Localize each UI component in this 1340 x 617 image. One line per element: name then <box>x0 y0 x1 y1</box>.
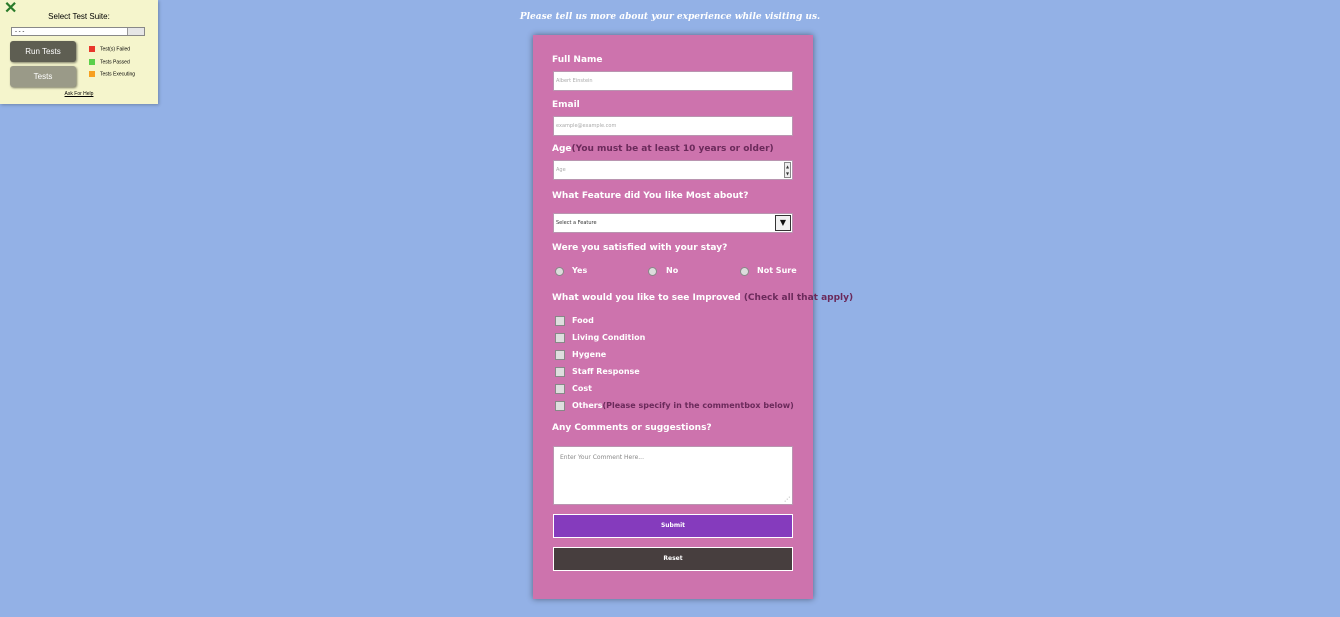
legend-passed: Tests Passed <box>89 59 130 66</box>
submit-button[interactable]: Submit <box>553 514 793 538</box>
improved-hint: (Check all that apply) <box>743 293 854 303</box>
radio-not-sure[interactable] <box>740 267 749 276</box>
failed-status-icon <box>89 46 95 52</box>
improved-label: What would you like to see Improved (Che… <box>552 293 853 303</box>
resize-handle-icon[interactable]: ⋰ <box>784 496 790 503</box>
full-name-label: Full Name <box>552 55 603 65</box>
checkbox-staff-response-label: Staff Response <box>572 367 640 376</box>
radio-yes-label: Yes <box>572 266 588 275</box>
age-hint: (You must be at least 10 years or older) <box>571 144 774 154</box>
checkbox-hygene-label: Hygene <box>572 350 607 359</box>
radio-not-sure-label: Not Sure <box>757 266 797 275</box>
age-label-text: Age <box>552 144 572 154</box>
passed-status-icon <box>89 59 95 65</box>
age-placeholder: Age <box>556 167 566 173</box>
feature-select-value: Select a Feature <box>556 220 597 226</box>
checkbox-cost[interactable] <box>555 384 565 394</box>
test-suite-select[interactable]: - - - <box>11 27 145 36</box>
executing-status-icon <box>89 71 95 77</box>
email-input[interactable]: example@example.com <box>553 116 793 136</box>
comments-placeholder: Enter Your Comment Here... <box>560 454 644 461</box>
survey-form: Full Name Albert Einstein Email example@… <box>533 35 853 599</box>
test-suite-select-value: - - - <box>15 29 25 35</box>
legend-executing-label: Tests Executing <box>100 71 136 78</box>
checkbox-others[interactable] <box>555 401 565 411</box>
improved-label-text: What would you like to see Improved <box>552 293 741 303</box>
age-label: Age(You must be at least 10 years or old… <box>552 144 774 154</box>
email-label: Email <box>552 100 580 110</box>
radio-no[interactable] <box>648 267 657 276</box>
age-input[interactable]: Age ▲ ▼ <box>553 160 793 180</box>
radio-yes[interactable] <box>555 267 564 276</box>
checkbox-food-label: Food <box>572 316 594 325</box>
legend-failed: Test(s) Failed <box>89 46 130 53</box>
checkbox-living-condition[interactable] <box>555 333 565 343</box>
checkbox-cost-label: Cost <box>572 384 592 393</box>
tests-button[interactable]: Tests <box>10 66 76 87</box>
checkbox-living-condition-label: Living Condition <box>572 333 646 342</box>
satisfied-label: Were you satisfied with your stay? <box>552 243 728 253</box>
chevron-down-icon[interactable] <box>127 28 144 35</box>
feature-select[interactable]: Select a Feature ▼ <box>553 213 793 233</box>
radio-no-label: No <box>666 266 679 275</box>
reset-button[interactable]: Reset <box>553 547 793 571</box>
comments-textarea[interactable]: Enter Your Comment Here... ⋰ <box>553 446 793 505</box>
others-hint: (Please specify in the commentbox below) <box>602 401 794 410</box>
others-label-text: Others <box>572 401 603 410</box>
feature-label: What Feature did You like Most about? <box>552 191 749 201</box>
legend-failed-label: Test(s) Failed <box>100 46 131 53</box>
checkbox-staff-response[interactable] <box>555 367 565 377</box>
run-tests-button[interactable]: Run Tests <box>10 41 76 62</box>
legend-passed-label: Tests Passed <box>100 59 130 66</box>
chevron-down-icon[interactable]: ▼ <box>775 215 791 231</box>
checkbox-food[interactable] <box>555 316 565 326</box>
stepper-icon[interactable]: ▲ ▼ <box>784 162 791 178</box>
full-name-input[interactable]: Albert Einstein <box>553 71 793 91</box>
help-link[interactable]: Ask For Help <box>0 91 158 97</box>
checkbox-others-label: Others(Please specify in the commentbox … <box>572 401 794 410</box>
comments-label: Any Comments or suggestions? <box>552 423 712 433</box>
legend-executing: Tests Executing <box>89 71 135 78</box>
checkbox-hygene[interactable] <box>555 350 565 360</box>
page-tagline: Please tell us more about your experienc… <box>519 12 821 22</box>
